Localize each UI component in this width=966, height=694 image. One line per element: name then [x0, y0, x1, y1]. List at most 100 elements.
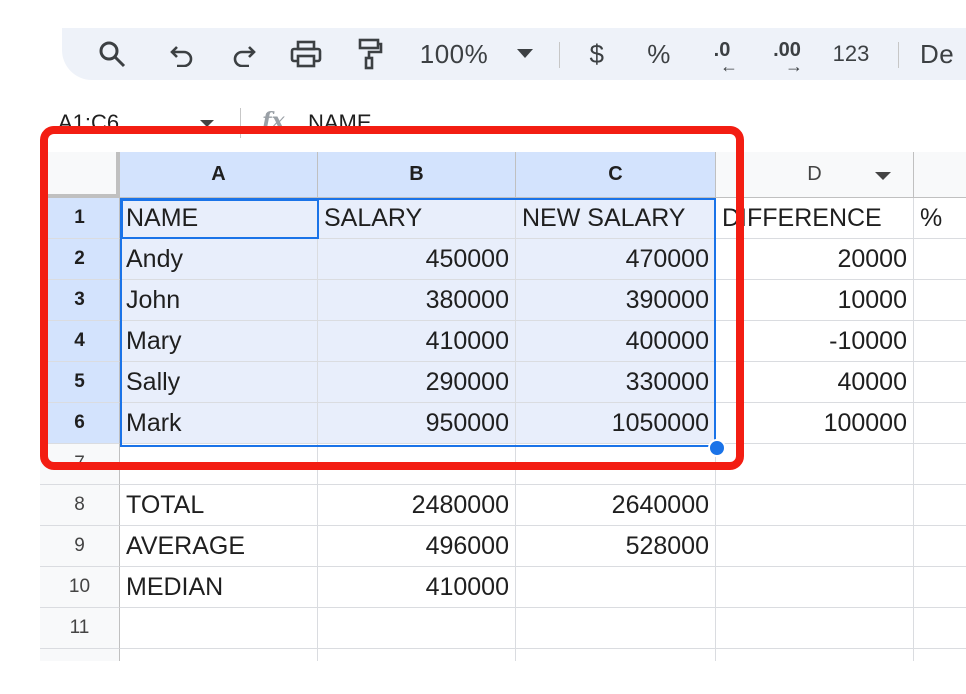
cell-a2[interactable]: Andy — [120, 239, 318, 280]
paint-format-icon[interactable] — [350, 28, 390, 80]
fill-handle[interactable] — [708, 439, 726, 457]
cell-b6[interactable]: 950000 — [318, 403, 516, 444]
search-icon[interactable] — [92, 28, 132, 80]
cell-d10[interactable] — [716, 567, 914, 608]
print-icon[interactable] — [286, 28, 326, 80]
cell-b5[interactable]: 290000 — [318, 362, 516, 403]
cell-e11[interactable] — [914, 608, 966, 649]
cell-c2[interactable]: 470000 — [516, 239, 716, 280]
column-menu-dropdown-icon[interactable] — [875, 172, 891, 180]
cell-d5[interactable]: 40000 — [716, 362, 914, 403]
column-header-a[interactable]: A — [120, 152, 318, 198]
cell-a6[interactable]: Mark — [120, 403, 318, 444]
cell-c1[interactable]: NEW SALARY — [516, 198, 716, 239]
undo-icon[interactable] — [162, 28, 202, 80]
column-header-d[interactable]: D — [716, 152, 914, 198]
cell-a12[interactable] — [120, 649, 318, 661]
cell-c3[interactable]: 390000 — [516, 280, 716, 321]
cell-e3[interactable] — [914, 280, 966, 321]
cell-d6[interactable]: 100000 — [716, 403, 914, 444]
cell-c4[interactable]: 400000 — [516, 321, 716, 362]
cell-b12[interactable] — [318, 649, 516, 661]
cell-a7[interactable] — [120, 444, 318, 485]
row-header-1[interactable]: 1 — [40, 198, 120, 239]
cell-e4[interactable] — [914, 321, 966, 362]
cell-e8[interactable] — [914, 485, 966, 526]
increase-decimal-button[interactable]: .00 → — [762, 28, 812, 80]
row-header-9[interactable]: 9 — [40, 526, 120, 567]
cell-a4[interactable]: Mary — [120, 321, 318, 362]
row-header-2[interactable]: 2 — [40, 239, 120, 280]
fx-icon: fx — [262, 108, 285, 134]
cell-c10[interactable] — [516, 567, 716, 608]
cell-e6[interactable] — [914, 403, 966, 444]
cell-b1[interactable]: SALARY — [318, 198, 516, 239]
formula-input[interactable]: NAME — [308, 110, 372, 136]
cell-d1[interactable]: DIFFERENCE — [716, 198, 914, 239]
cell-a3[interactable]: John — [120, 280, 318, 321]
cell-e10[interactable] — [914, 567, 966, 608]
formula-bar: A1:C6 fx NAME — [40, 102, 966, 146]
cell-b7[interactable] — [318, 444, 516, 485]
cell-b8[interactable]: 2480000 — [318, 485, 516, 526]
cell-a8[interactable]: TOTAL — [120, 485, 318, 526]
row-header-11[interactable]: 11 — [40, 608, 120, 649]
decrease-decimal-button[interactable]: .0 ← — [700, 28, 744, 80]
row-header-7[interactable]: 7 — [40, 444, 120, 485]
cell-c11[interactable] — [516, 608, 716, 649]
cell-e9[interactable] — [914, 526, 966, 567]
row-header-5[interactable]: 5 — [40, 362, 120, 403]
cell-e2[interactable] — [914, 239, 966, 280]
cell-d7[interactable] — [716, 444, 914, 485]
cell-e5[interactable] — [914, 362, 966, 403]
cell-d9[interactable] — [716, 526, 914, 567]
cell-a11[interactable] — [120, 608, 318, 649]
select-all-corner[interactable] — [40, 152, 120, 198]
cell-b2[interactable]: 450000 — [318, 239, 516, 280]
name-box[interactable]: A1:C6 — [58, 110, 119, 136]
row-header-6[interactable]: 6 — [40, 403, 120, 444]
cell-a5[interactable]: Sally — [120, 362, 318, 403]
arrow-right-icon: → — [785, 56, 803, 76]
row-header-4[interactable]: 4 — [40, 321, 120, 362]
cell-c8[interactable]: 2640000 — [516, 485, 716, 526]
cell-b3[interactable]: 380000 — [318, 280, 516, 321]
row-header-10[interactable]: 10 — [40, 567, 120, 608]
column-header-c[interactable]: C — [516, 152, 716, 198]
redo-icon[interactable] — [224, 28, 264, 80]
row-header-3[interactable]: 3 — [40, 280, 120, 321]
currency-format-button[interactable]: $ — [582, 28, 612, 80]
row-header-8[interactable]: 8 — [40, 485, 120, 526]
column-header-b[interactable]: B — [318, 152, 516, 198]
cell-c5[interactable]: 330000 — [516, 362, 716, 403]
cell-c12[interactable] — [516, 649, 716, 661]
cell-c7[interactable] — [516, 444, 716, 485]
cell-d12[interactable] — [716, 649, 914, 661]
formula-divider — [240, 108, 241, 138]
number-format-button[interactable]: 123 — [826, 28, 876, 80]
cell-b4[interactable]: 410000 — [318, 321, 516, 362]
cell-b10[interactable]: 410000 — [318, 567, 516, 608]
cell-d4[interactable]: -10000 — [716, 321, 914, 362]
name-box-dropdown-icon[interactable] — [200, 120, 214, 127]
cell-c9[interactable]: 528000 — [516, 526, 716, 567]
cell-a1[interactable]: NAME — [120, 198, 318, 239]
chevron-down-icon[interactable] — [510, 28, 540, 80]
cell-b9[interactable]: 496000 — [318, 526, 516, 567]
cell-b11[interactable] — [318, 608, 516, 649]
cell-e1[interactable]: % — [914, 198, 966, 239]
column-header-e[interactable] — [914, 152, 966, 198]
font-select[interactable]: De — [920, 28, 966, 80]
cell-c6[interactable]: 1050000 — [516, 403, 716, 444]
cell-d2[interactable]: 20000 — [716, 239, 914, 280]
column-header-d-label: D — [807, 163, 822, 185]
cell-d8[interactable] — [716, 485, 914, 526]
cell-a9[interactable]: AVERAGE — [120, 526, 318, 567]
percent-format-button[interactable]: % — [644, 28, 674, 80]
cell-d3[interactable]: 10000 — [716, 280, 914, 321]
cell-e7[interactable] — [914, 444, 966, 485]
zoom-select[interactable]: 100% — [414, 28, 494, 80]
row-header-12[interactable] — [40, 649, 120, 661]
cell-a10[interactable]: MEDIAN — [120, 567, 318, 608]
cell-d11[interactable] — [716, 608, 914, 649]
